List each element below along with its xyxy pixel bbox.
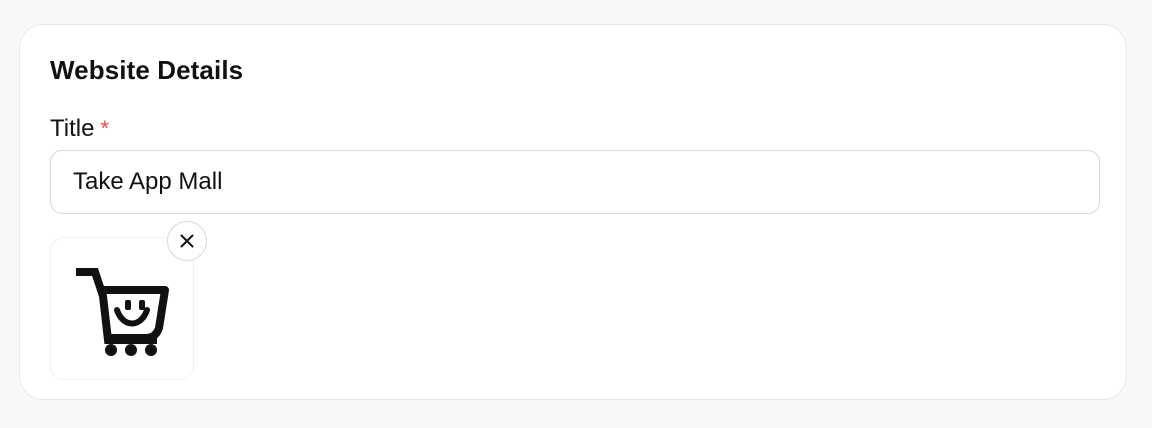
title-input[interactable]: [50, 150, 1100, 214]
close-icon: [180, 234, 194, 248]
required-indicator: *: [100, 116, 110, 141]
title-label-text: Title: [50, 115, 95, 142]
logo-preview[interactable]: [50, 237, 194, 380]
website-details-card: Website Details Title *: [19, 24, 1127, 400]
title-field-label: Title *: [50, 115, 109, 143]
shopping-cart-smile-icon: [76, 268, 169, 356]
remove-logo-button[interactable]: [167, 221, 207, 261]
section-title: Website Details: [50, 55, 244, 85]
